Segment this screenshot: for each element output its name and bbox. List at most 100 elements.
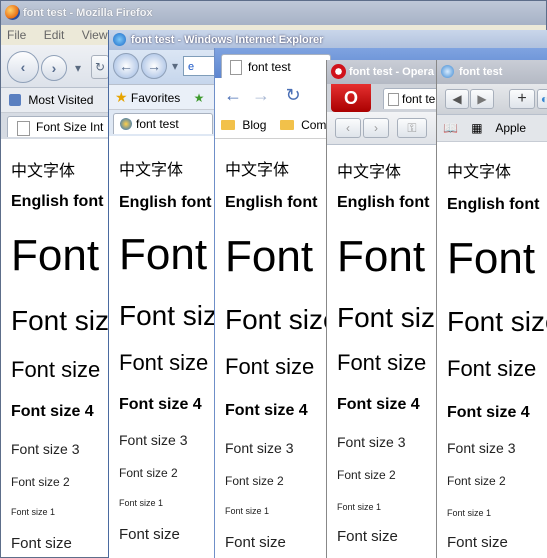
zh-text: 中文字体 [11, 161, 76, 180]
safari-forward-button[interactable]: ▶ [470, 89, 494, 109]
font-size-default: Font size [447, 534, 508, 551]
safari-bookmarks-bar: 📖 ▦ Apple [437, 115, 547, 142]
ie-address-icon: e [188, 61, 195, 73]
font-size-3: Font size 3 [337, 434, 406, 450]
zh-text: 中文字体 [337, 162, 402, 181]
menu-view[interactable]: View [82, 28, 108, 42]
heading-3: Font size [337, 350, 427, 375]
grid-icon[interactable]: ▦ [471, 121, 482, 135]
chrome-forward-button[interactable]: → [247, 84, 275, 106]
ie-back-button[interactable]: ← [113, 53, 139, 79]
opera-icon [331, 64, 346, 79]
font-size-default: Font size [225, 534, 286, 551]
chrome-back-button[interactable]: ← [219, 84, 247, 106]
opera-key-button[interactable]: ⚿ [397, 118, 427, 138]
font-size-1: Font size 1 [119, 498, 164, 508]
opera-back-button[interactable]: ‹ [335, 118, 361, 138]
add-favorite-icon[interactable]: ★ [194, 91, 205, 105]
english-font-text: English font [447, 196, 540, 213]
ie-title: font test - Windows Internet Explorer [131, 34, 324, 46]
menu-edit[interactable]: Edit [44, 28, 65, 42]
bookmark-apple[interactable]: Apple [495, 121, 526, 135]
font-size-default: Font size [337, 528, 398, 545]
dropdown-button[interactable]: ▾ [71, 59, 85, 77]
firefox-tab[interactable]: Font Size Int [7, 116, 111, 137]
folder-icon [279, 120, 294, 130]
ie-titlebar[interactable]: font test - Windows Internet Explorer [109, 30, 547, 50]
chrome-reload-button[interactable]: ↻ [279, 84, 307, 106]
heading-2: Font size [337, 302, 451, 333]
safari-navbar: ◀ ▶ + ◐ [437, 84, 547, 115]
safari-add-button[interactable]: + [509, 89, 535, 109]
heading-1: Font [11, 231, 100, 280]
heading-1: Font [447, 234, 536, 283]
ie-icon [113, 33, 126, 46]
favorites-button[interactable]: Favorites [131, 91, 180, 105]
font-size-2: Font size 2 [447, 474, 506, 488]
heading-3: Font size [225, 354, 315, 379]
safari-titlebar[interactable]: font test [437, 60, 547, 84]
heading-2: Font size [225, 304, 339, 335]
ie-forward-button[interactable]: → [141, 53, 167, 79]
firefox-tab-label: Font Size Int [36, 120, 104, 134]
font-size-3: Font size 3 [119, 432, 188, 448]
folder-icon [221, 120, 235, 130]
bookmark-blog[interactable]: Blog [242, 118, 266, 132]
chrome-tab-page-icon [230, 60, 242, 75]
english-font-text: English font [119, 194, 212, 211]
opera-tab[interactable]: font te [383, 88, 443, 109]
reload-button[interactable]: ↻ [91, 55, 109, 79]
font-size-1: Font size 1 [11, 507, 56, 517]
font-size-1: Font size 1 [337, 502, 382, 512]
heading-3: Font size [447, 356, 537, 381]
safari-title: font test [459, 66, 503, 78]
font-size-3: Font size 3 [11, 441, 80, 457]
font-size-2: Font size 2 [11, 475, 70, 489]
heading-4: Font size 4 [119, 396, 202, 413]
forward-button[interactable]: › [41, 55, 67, 81]
heading-4: Font size 4 [11, 403, 94, 420]
ie-tab-label: font test [136, 117, 179, 131]
font-size-2: Font size 2 [225, 474, 284, 488]
menu-file[interactable]: File [7, 28, 26, 42]
ie-tab[interactable]: font test [113, 113, 213, 134]
english-font-text: English font [337, 194, 430, 211]
firefox-title: font test - Mozilla Firefox [23, 7, 153, 19]
chrome-tab-label: font test [248, 60, 291, 74]
zh-text: 中文字体 [225, 160, 290, 179]
book-icon[interactable]: 📖 [443, 121, 458, 135]
firefox-icon [5, 5, 20, 20]
opera-title: font test - Opera [349, 66, 434, 78]
safari-window: font test ◀ ▶ + ◐ 📖 ▦ Apple 中文字体 English… [436, 60, 547, 558]
english-font-text: English font [225, 194, 318, 211]
star-icon: ★ [115, 89, 128, 105]
english-font-text: English font [11, 193, 104, 210]
zh-text: 中文字体 [447, 162, 512, 181]
font-size-2: Font size 2 [119, 466, 178, 480]
safari-back-button[interactable]: ◀ [445, 89, 469, 109]
ie-tab-icon [120, 118, 132, 130]
firefox-titlebar[interactable]: font test - Mozilla Firefox [1, 1, 546, 25]
safari-address-icon[interactable]: ◐ [537, 89, 547, 109]
safari-content: 中文字体 English font Font Font size Font si… [437, 140, 547, 558]
ie-dropdown-button[interactable]: ▾ [169, 59, 181, 73]
opera-menu-button[interactable]: O [331, 84, 371, 112]
font-size-default: Font size [119, 526, 180, 543]
opera-tab-page-icon [388, 93, 399, 106]
heading-1: Font [225, 232, 314, 281]
heading-3: Font size [11, 357, 101, 382]
heading-1: Font [119, 230, 208, 279]
heading-4: Font size 4 [337, 396, 420, 413]
bookmark-icon [9, 94, 21, 106]
font-size-2: Font size 2 [337, 468, 396, 482]
chrome-tab[interactable]: font test [221, 54, 331, 78]
back-button[interactable]: ‹ [7, 51, 39, 83]
heading-4: Font size 4 [225, 402, 308, 419]
font-size-1: Font size 1 [447, 508, 492, 518]
heading-2: Font size [447, 306, 547, 337]
font-size-3: Font size 3 [447, 440, 516, 456]
font-size-1: Font size 1 [225, 506, 270, 516]
bookmark-most-visited[interactable]: Most Visited [28, 93, 93, 107]
opera-forward-button[interactable]: › [363, 118, 389, 138]
font-size-3: Font size 3 [225, 440, 294, 456]
